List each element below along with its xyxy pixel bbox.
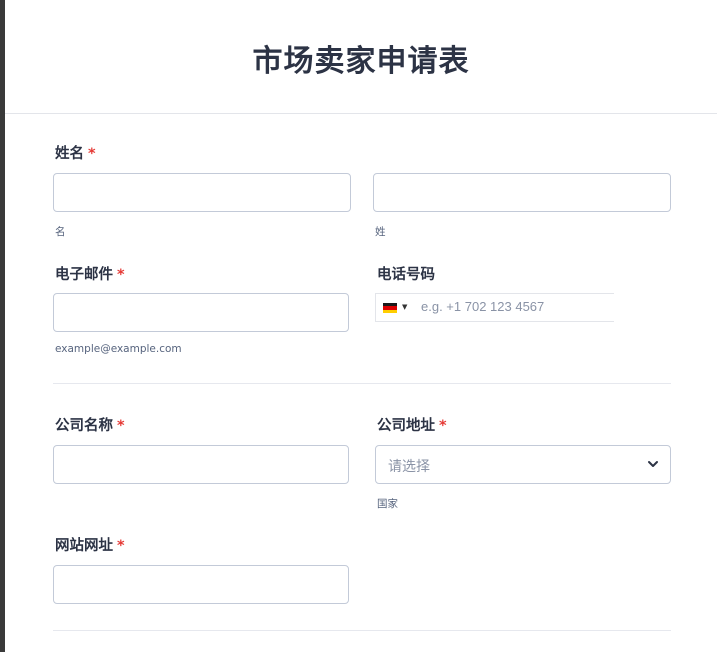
- chevron-down-icon: [648, 461, 658, 467]
- company-name-label: 公司名称 *: [55, 414, 125, 435]
- company-name-label-text: 公司名称: [55, 418, 113, 434]
- name-label-text: 姓名: [55, 146, 84, 162]
- last-name-sublabel: 姓: [375, 226, 386, 238]
- required-asterisk: *: [117, 418, 125, 434]
- required-asterisk: *: [117, 267, 125, 283]
- website-label: 网站网址 *: [55, 534, 125, 555]
- website-label-text: 网站网址: [55, 538, 113, 554]
- required-asterisk: *: [439, 418, 447, 434]
- form-title: 市场卖家申请表: [252, 44, 470, 79]
- country-sublabel: 国家: [377, 498, 398, 510]
- email-label-text: 电子邮件: [55, 267, 113, 283]
- phone-label-text: 电话号码: [377, 267, 435, 283]
- company-address-label-text: 公司地址: [377, 418, 435, 434]
- name-label: 姓名 *: [55, 142, 96, 163]
- email-label: 电子邮件 *: [55, 263, 125, 284]
- required-asterisk: *: [117, 538, 125, 554]
- germany-flag-icon[interactable]: [383, 303, 397, 313]
- company-name-input[interactable]: [53, 445, 349, 484]
- phone-input-placeholder[interactable]: e.g. +1 702 123 4567: [421, 299, 544, 314]
- phone-label: 电话号码: [377, 263, 435, 284]
- country-select[interactable]: 请选择: [375, 445, 671, 484]
- first-name-input[interactable]: [53, 173, 351, 212]
- form-header: 市场卖家申请表: [5, 0, 717, 114]
- section-divider: [53, 383, 671, 384]
- phone-field[interactable]: ▼ e.g. +1 702 123 4567: [375, 293, 614, 322]
- website-input[interactable]: [53, 565, 349, 604]
- last-name-input[interactable]: [373, 173, 671, 212]
- country-dropdown-caret-icon[interactable]: ▼: [402, 303, 407, 311]
- company-address-label: 公司地址 *: [377, 414, 447, 435]
- section-divider: [53, 630, 671, 631]
- email-input[interactable]: [53, 293, 349, 332]
- first-name-sublabel: 名: [55, 226, 66, 238]
- required-asterisk: *: [88, 146, 96, 162]
- email-sublabel: example@example.com: [55, 343, 182, 355]
- country-select-placeholder: 请选择: [388, 459, 430, 475]
